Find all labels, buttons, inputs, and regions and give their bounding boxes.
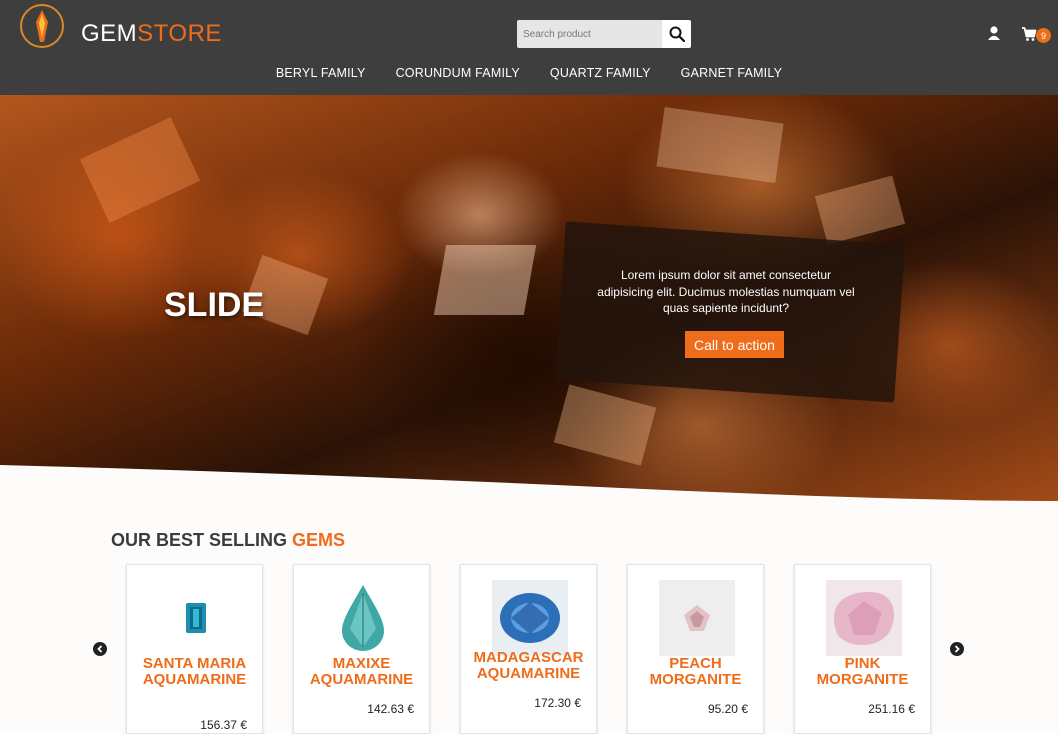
product-name: PEACH MORGANITE — [649, 655, 742, 688]
nav-item-garnet[interactable]: GARNET FAMILY — [681, 66, 782, 80]
slide-title: SLIDE — [164, 286, 265, 324]
hero-slider: SLIDE Lorem ipsum dolor sit amet consect… — [0, 95, 1058, 501]
section-title: OUR BEST SELLING GEMS — [111, 530, 345, 551]
search-input[interactable] — [517, 20, 662, 48]
logo-icon[interactable] — [20, 4, 64, 48]
search-button[interactable] — [662, 20, 691, 48]
product-image — [158, 580, 234, 656]
product-card[interactable]: PINK MORGANITE 251.16 € — [794, 564, 931, 734]
user-icon — [988, 26, 1000, 40]
product-price: 172.30 € — [534, 696, 581, 710]
product-name: MAXIXE AQUAMARINE — [309, 655, 414, 688]
product-image — [325, 580, 401, 656]
cart-button[interactable]: 9 — [1021, 24, 1053, 48]
product-image — [659, 580, 735, 656]
brand-name-part2: STORE — [137, 20, 222, 47]
chevron-left-icon — [97, 645, 103, 653]
call-to-action-button[interactable]: Call to action — [685, 331, 784, 358]
main-nav: BERYL FAMILY CORUNDUM FAMILY QUARTZ FAMI… — [0, 66, 1058, 80]
search-icon — [669, 26, 685, 42]
nav-item-corundum[interactable]: CORUNDUM FAMILY — [396, 66, 520, 80]
carousel-next-button[interactable] — [950, 642, 964, 656]
product-name: PINK MORGANITE — [816, 655, 909, 688]
product-price: 251.16 € — [868, 702, 915, 716]
product-card[interactable]: SANTA MARIA AQUAMARINE 156.37 € — [126, 564, 263, 734]
product-price: 95.20 € — [707, 702, 748, 716]
product-card[interactable]: PEACH MORGANITE 95.20 € — [627, 564, 764, 734]
product-name: MADAGASCAR AQUAMARINE — [473, 649, 584, 682]
chevron-right-icon — [954, 645, 960, 653]
product-image — [492, 580, 568, 656]
brand-name[interactable]: GEMSTORE — [81, 20, 222, 48]
site-header: GEMSTORE 9 BERYL FAMILY CORUNDUM FAMILY … — [0, 0, 1058, 95]
product-card[interactable]: MAXIXE AQUAMARINE 142.63 € — [293, 564, 430, 734]
search-bar — [517, 20, 691, 48]
slide-text: Lorem ipsum dolor sit amet consectetur a… — [597, 268, 855, 315]
brand-name-part1: GEM — [81, 20, 138, 47]
nav-item-beryl[interactable]: BERYL FAMILY — [276, 66, 366, 80]
nav-item-quartz[interactable]: QUARTZ FAMILY — [550, 66, 651, 80]
cart-count-badge: 9 — [1036, 28, 1051, 43]
user-account-button[interactable] — [986, 25, 1002, 43]
product-price: 156.37 € — [200, 718, 247, 732]
carousel-prev-button[interactable] — [93, 642, 107, 656]
product-price: 142.63 € — [367, 702, 414, 716]
product-card[interactable]: MADAGASCAR AQUAMARINE 172.30 € — [460, 564, 597, 734]
section-title-part1: OUR BEST SELLING — [111, 530, 293, 550]
product-name: SANTA MARIA AQUAMARINE — [142, 655, 247, 688]
cart-icon — [1022, 27, 1037, 41]
section-title-part2: GEMS — [292, 530, 346, 550]
product-image — [826, 580, 902, 656]
